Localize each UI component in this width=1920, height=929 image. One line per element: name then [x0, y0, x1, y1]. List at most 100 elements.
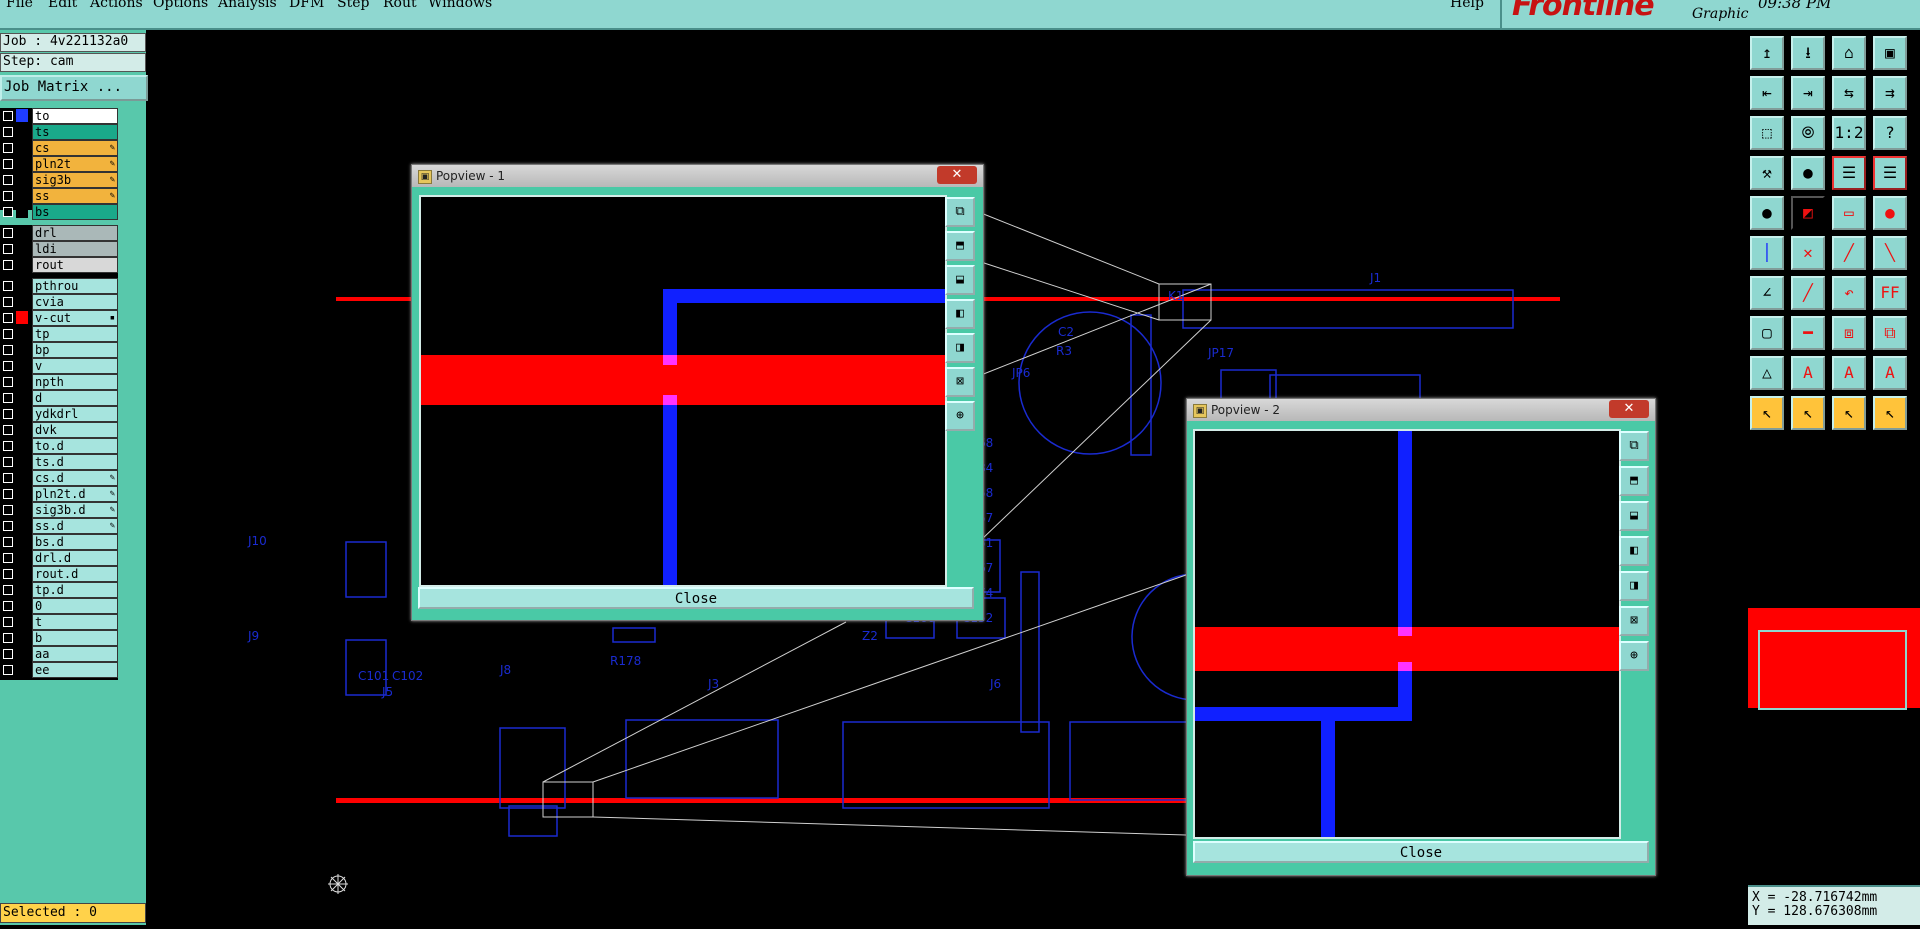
layer-checkbox[interactable] [3, 601, 13, 611]
layer-row-rout.d[interactable]: rout.d [0, 566, 120, 582]
layer-row-tp.d[interactable]: tp.d [0, 582, 120, 598]
move-icon[interactable]: ╲ [1873, 236, 1907, 270]
layer-name[interactable]: b [32, 630, 118, 646]
layer-name[interactable]: rout [32, 257, 118, 273]
ratio-icon[interactable]: 1:2 [1832, 116, 1866, 150]
center-icon[interactable]: ⦾ [1791, 116, 1825, 150]
popview-2-zoom-in-icon[interactable]: ⊠ [1619, 606, 1649, 636]
layer-row-cvia[interactable]: cvia [0, 294, 120, 310]
connect-icon[interactable]: ╱ [1832, 236, 1866, 270]
pad-icon[interactable]: ● [1750, 196, 1784, 230]
layer-color-swatch[interactable] [16, 125, 28, 138]
menu-dfm[interactable]: DFM [289, 0, 324, 11]
layer-row-ydkdrl[interactable]: ydkdrl [0, 406, 120, 422]
tape-icon[interactable]: ▭ [1832, 196, 1866, 230]
a-icon[interactable]: A [1791, 356, 1825, 390]
box-icon[interactable]: ⧈ [1832, 316, 1866, 350]
layer-checkbox[interactable] [3, 649, 13, 659]
fit-icon[interactable]: ⬚ [1750, 116, 1784, 150]
layer-row-cs.d[interactable]: cs.d ✎ [0, 470, 120, 486]
layer-checkbox[interactable] [3, 159, 13, 169]
layer-checkbox[interactable] [3, 329, 13, 339]
popview-2-zoom-fit-icon[interactable]: ⧉ [1619, 431, 1649, 461]
snap-icon[interactable]: ⇉ [1873, 76, 1907, 110]
undo-icon[interactable]: ↶ [1832, 276, 1866, 310]
layer-checkbox[interactable] [3, 505, 13, 515]
pan-left-icon[interactable]: ⇤ [1750, 76, 1784, 110]
layer-row-ldi[interactable]: ldi [0, 241, 120, 257]
popview-2-pan-right-icon[interactable]: ◨ [1619, 571, 1649, 601]
layer-color-swatch[interactable] [16, 567, 28, 580]
layer-name[interactable]: ss ✎ [32, 188, 118, 204]
layer-row-pln2t[interactable]: pln2t ✎ [0, 156, 120, 172]
layer-row-pln2t.d[interactable]: pln2t.d ✎ [0, 486, 120, 502]
popview-2-pan-down-icon[interactable]: ⬓ [1619, 501, 1649, 531]
layer-name[interactable]: drl.d [32, 550, 118, 566]
pointer-icon-3[interactable]: ↖ [1832, 396, 1866, 430]
popview-2-close-x-button[interactable]: ✕ [1609, 400, 1649, 418]
layer-name[interactable]: sig3b ✎ [32, 172, 118, 188]
layer-color-swatch[interactable] [16, 615, 28, 628]
layer-checkbox[interactable] [3, 521, 13, 531]
layer-color-swatch[interactable] [16, 503, 28, 516]
a-icon-3[interactable]: A [1873, 356, 1907, 390]
layer-color-swatch[interactable] [16, 189, 28, 202]
popview-1-close-x-button[interactable]: ✕ [937, 166, 977, 184]
layer-checkbox[interactable] [3, 409, 13, 419]
layer-row-pthrou[interactable]: pthrou [0, 278, 120, 294]
menu-step[interactable]: Step [337, 0, 369, 11]
layer-color-swatch[interactable] [16, 173, 28, 186]
layer-color-swatch[interactable] [16, 631, 28, 644]
layer-row-npth[interactable]: npth [0, 374, 120, 390]
popview-1-pan-right-icon[interactable]: ◨ [945, 333, 975, 363]
layer-row-drl.d[interactable]: drl.d [0, 550, 120, 566]
layer-checkbox[interactable] [3, 345, 13, 355]
layer-color-swatch[interactable] [16, 535, 28, 548]
layer-checkbox[interactable] [3, 537, 13, 547]
pan-right-icon[interactable]: ⇥ [1791, 76, 1825, 110]
layer-name[interactable]: cvia [32, 294, 118, 310]
layer-row-d[interactable]: d [0, 390, 120, 406]
layer-row-0[interactable]: 0 [0, 598, 120, 614]
layer-name[interactable]: ss.d ✎ [32, 518, 118, 534]
popview-1-pan-up-icon[interactable]: ⬒ [945, 231, 975, 261]
menu-rout[interactable]: Rout [383, 0, 417, 11]
layer-row-b[interactable]: b [0, 630, 120, 646]
layer-color-swatch[interactable] [16, 295, 28, 308]
layer-color-swatch[interactable] [16, 157, 28, 170]
layer-checkbox[interactable] [3, 393, 13, 403]
layer-checkbox[interactable] [3, 143, 13, 153]
layer-checkbox[interactable] [3, 191, 13, 201]
net-icon[interactable]: ☰ [1832, 156, 1866, 190]
popview-1-titlebar[interactable]: ▣ Popview - 1 [412, 165, 983, 187]
layer-row-v[interactable]: v [0, 358, 120, 374]
layer-name[interactable]: v [32, 358, 118, 374]
popview-1-view[interactable] [419, 195, 947, 587]
layer-checkbox[interactable] [3, 457, 13, 467]
segment-icon[interactable]: ━ [1791, 316, 1825, 350]
layer-name[interactable]: ts.d [32, 454, 118, 470]
layer-checkbox[interactable] [3, 665, 13, 675]
layer-checkbox[interactable] [3, 617, 13, 627]
popview-2-close-button[interactable]: Close [1193, 841, 1649, 863]
pointer-icon[interactable]: ↖ [1750, 396, 1784, 430]
popview-1-zoom-in-icon[interactable]: ⊠ [945, 367, 975, 397]
menu-file[interactable]: File [6, 0, 33, 11]
route-icon[interactable]: │ [1750, 236, 1784, 270]
menu-actions[interactable]: Actions [90, 0, 143, 11]
layer-name[interactable]: ldi [32, 241, 118, 257]
layer-checkbox[interactable] [3, 377, 13, 387]
popview-1-pan-left-icon[interactable]: ◧ [945, 299, 975, 329]
layer-name[interactable]: d [32, 390, 118, 406]
layer-row-ee[interactable]: ee [0, 662, 120, 678]
menu-analysis[interactable]: Analysis [218, 0, 277, 11]
layer-name[interactable]: t [32, 614, 118, 630]
layer-checkbox[interactable] [3, 207, 13, 217]
layer-checkbox[interactable] [3, 489, 13, 499]
layer-row-to.d[interactable]: to.d [0, 438, 120, 454]
layer-checkbox[interactable] [3, 313, 13, 323]
layer-name[interactable]: v-cut ▪ [32, 310, 118, 326]
popview-2-view[interactable] [1193, 429, 1621, 839]
select-icon[interactable]: ▢ [1750, 316, 1784, 350]
layer-checkbox[interactable] [3, 244, 13, 254]
